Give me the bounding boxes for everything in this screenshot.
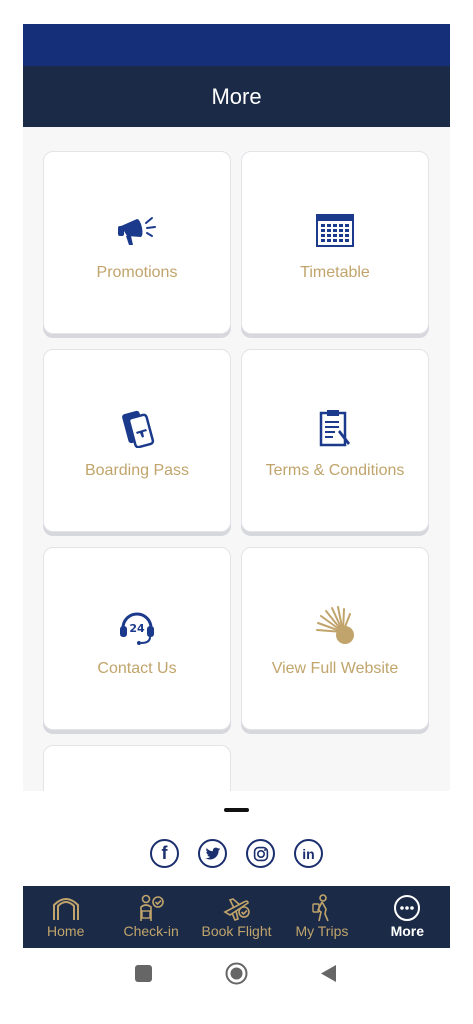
more-dots-icon [393, 894, 421, 922]
top-color-strip [23, 24, 450, 66]
page-header: More [23, 66, 450, 127]
promotions-card[interactable]: Promotions [43, 151, 231, 334]
bottom-tab-bar: Home Check-in Book Flight My Trips More [23, 886, 450, 948]
sunburst-logo-icon [313, 604, 357, 648]
tab-home-label: Home [47, 923, 85, 939]
recents-button[interactable] [135, 965, 152, 987]
instagram-icon[interactable] [246, 839, 275, 868]
svg-text:24: 24 [129, 622, 145, 635]
boarding-pass-card[interactable]: Boarding Pass [43, 349, 231, 532]
clipboard-icon [313, 406, 357, 450]
linkedin-icon[interactable]: in [294, 839, 323, 868]
check-in-icon [136, 894, 166, 922]
home-arch-icon [51, 894, 81, 922]
contact-us-card[interactable]: 24 Contact Us [43, 547, 231, 730]
tab-more[interactable]: More [365, 886, 450, 948]
calendar-icon [313, 208, 357, 252]
tab-my-trips-label: My Trips [295, 923, 349, 939]
boarding-pass-label: Boarding Pass [84, 462, 190, 479]
more-grid: Promotions Timetable Boarding Pass Terms… [23, 127, 450, 791]
drag-handle[interactable] [224, 808, 249, 812]
tab-book-flight-label: Book Flight [201, 923, 272, 939]
back-button[interactable] [320, 964, 337, 988]
facebook-icon[interactable]: f [150, 839, 179, 868]
headset-24-icon: 24 [115, 604, 159, 648]
boarding-pass-icon [115, 406, 159, 450]
tab-check-in[interactable]: Check-in [108, 886, 193, 948]
traveler-icon [307, 894, 337, 922]
tab-check-in-label: Check-in [123, 923, 179, 939]
tab-home[interactable]: Home [23, 886, 108, 948]
view-full-website-label: View Full Website [271, 660, 399, 677]
timetable-label: Timetable [300, 264, 370, 281]
system-navigation-bar [0, 948, 473, 1024]
contact-us-label: Contact Us [97, 660, 177, 677]
tab-book-flight[interactable]: Book Flight [194, 886, 279, 948]
timetable-card[interactable]: Timetable [241, 151, 429, 334]
page-title: More [211, 83, 262, 109]
book-flight-icon [222, 894, 252, 922]
terms-conditions-card[interactable]: Terms & Conditions [241, 349, 429, 532]
megaphone-icon [115, 208, 159, 252]
terms-conditions-label: Terms & Conditions [265, 462, 405, 479]
home-button[interactable] [225, 962, 248, 990]
partial-card[interactable] [43, 745, 231, 791]
tab-my-trips[interactable]: My Trips [279, 886, 364, 948]
twitter-icon[interactable] [198, 839, 227, 868]
view-full-website-card[interactable]: View Full Website [241, 547, 429, 730]
status-bar [0, 0, 473, 24]
tab-more-label: More [390, 923, 425, 939]
promotions-label: Promotions [96, 264, 178, 281]
